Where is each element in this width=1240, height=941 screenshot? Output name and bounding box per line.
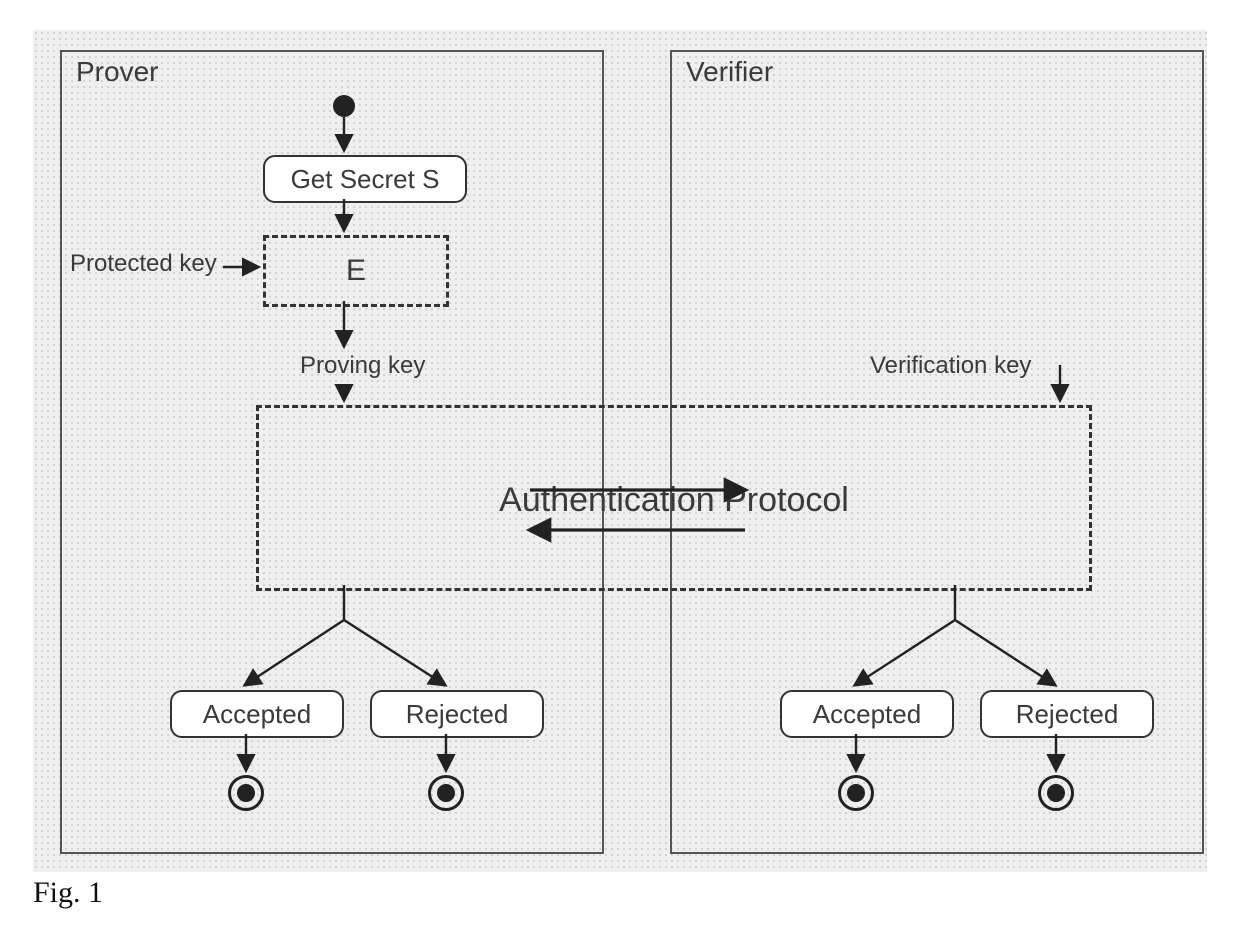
verifier-title: Verifier (686, 56, 773, 88)
start-node-dot (333, 95, 355, 117)
prover-rejected-label: Rejected (406, 699, 509, 730)
prover-accepted-box: Accepted (170, 690, 344, 738)
prover-accepted-label: Accepted (203, 699, 311, 730)
proving-key-label: Proving key (300, 352, 425, 380)
get-secret-box: Get Secret S (263, 155, 467, 203)
auth-protocol-title: Authentication Protocol (499, 481, 849, 520)
prover-rejected-box: Rejected (370, 690, 544, 738)
verifier-accepted-box: Accepted (780, 690, 954, 738)
verifier-rejected-box: Rejected (980, 690, 1154, 738)
prover-title: Prover (76, 56, 158, 88)
figure-caption: Fig. 1 (33, 876, 103, 910)
verifier-rejected-end (1038, 775, 1074, 811)
verifier-accepted-end (838, 775, 874, 811)
verifier-accepted-label: Accepted (813, 699, 921, 730)
e-box-label: E (346, 254, 366, 288)
verification-key-label: Verification key (870, 352, 1031, 380)
e-box: E (263, 235, 449, 307)
auth-protocol-box: Authentication Protocol (256, 405, 1092, 591)
verifier-rejected-label: Rejected (1016, 699, 1119, 730)
prover-accepted-end (228, 775, 264, 811)
get-secret-label: Get Secret S (291, 164, 440, 195)
protected-key-label: Protected key (70, 250, 217, 278)
prover-rejected-end (428, 775, 464, 811)
